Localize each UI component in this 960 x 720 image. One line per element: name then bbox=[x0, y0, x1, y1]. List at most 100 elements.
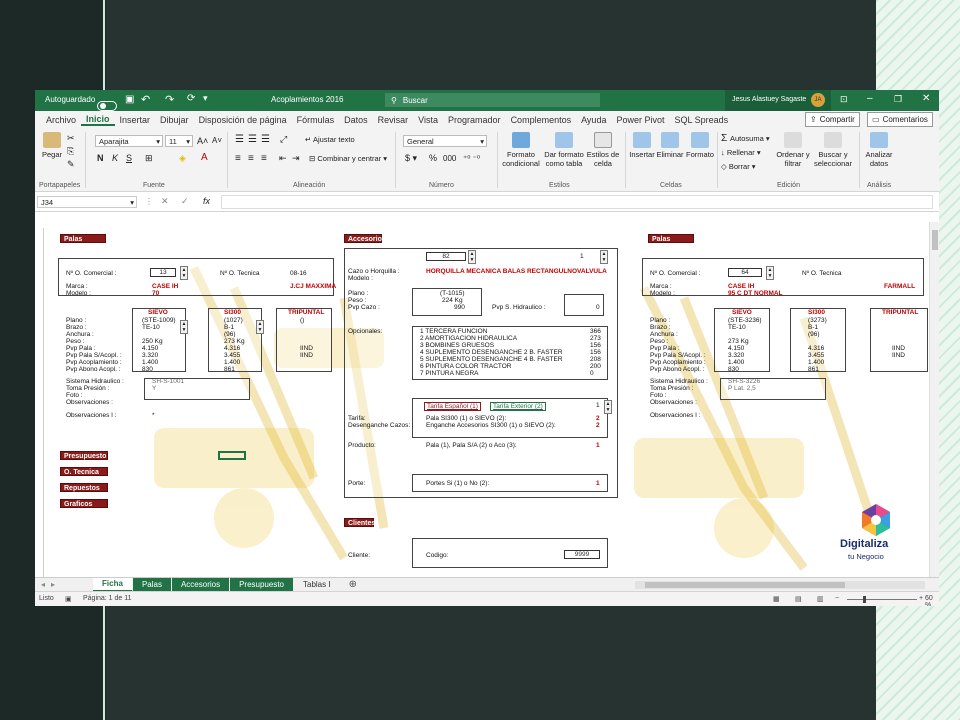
o-tecnica-button[interactable]: O. Tecnica bbox=[60, 467, 108, 476]
align-top-icon[interactable]: ☰ bbox=[235, 134, 244, 145]
formula-input[interactable] bbox=[221, 195, 933, 209]
currency-icon[interactable]: $ ▾ bbox=[405, 153, 417, 164]
orientation-icon[interactable]: ⤢ bbox=[280, 134, 287, 145]
delete-cells-button[interactable]: Eliminar bbox=[655, 132, 685, 159]
align-right-icon[interactable]: ≡ bbox=[261, 153, 267, 164]
analyze-data-button[interactable]: Analizar datos bbox=[863, 132, 895, 168]
save-icon[interactable]: ▣ bbox=[125, 94, 134, 105]
align-bottom-icon[interactable]: ☰ bbox=[261, 134, 270, 145]
tab-accesorios[interactable]: Accesorios bbox=[171, 577, 231, 592]
find-select-button[interactable]: Buscar y seleccionar bbox=[811, 132, 855, 168]
zoom-in-icon[interactable]: + bbox=[919, 595, 923, 602]
tab-ayuda[interactable]: Ayuda bbox=[576, 115, 611, 125]
fill-button[interactable]: ↓ Rellenar ▾ bbox=[721, 148, 761, 157]
align-left-icon[interactable]: ≡ bbox=[235, 153, 241, 164]
font-size-select[interactable]: 11 ▾ bbox=[165, 135, 193, 147]
tab-scroll-right-icon[interactable]: ▸ bbox=[51, 580, 61, 589]
tab-archivo[interactable]: Archivo bbox=[41, 115, 81, 125]
search-box[interactable]: ⚲ Buscar bbox=[385, 93, 600, 107]
decimal-icon[interactable]: ⁺⁰ ⁻⁰ bbox=[463, 154, 480, 163]
scrollbar-thumb[interactable] bbox=[932, 230, 938, 250]
refresh-icon[interactable]: ⟳ bbox=[187, 93, 195, 104]
codigo-value[interactable]: 9999 bbox=[564, 550, 600, 559]
cut-icon[interactable]: ✂ bbox=[67, 133, 75, 144]
macro-record-icon[interactable]: ▣ bbox=[65, 595, 72, 603]
merge-center-button[interactable]: ⊟ Combinar y centrar ▾ bbox=[309, 154, 387, 163]
increase-font-icon[interactable]: A˄ bbox=[197, 136, 208, 146]
underline-button[interactable]: S bbox=[126, 153, 132, 163]
accessory-spinner[interactable]: ▲ ▼ bbox=[468, 250, 476, 264]
normal-view-icon[interactable]: ▦ bbox=[773, 595, 780, 603]
tab-scroll-left-icon[interactable]: ◂ bbox=[35, 580, 51, 589]
undo-icon[interactable]: ↶ bbox=[141, 93, 150, 106]
repuestos-button[interactable]: Repuestos bbox=[60, 483, 108, 492]
share-button[interactable]: ⇪ Compartir bbox=[805, 112, 860, 127]
add-sheet-icon[interactable]: ⊕ bbox=[341, 579, 365, 590]
left-comercial-spinner[interactable]: ▲ ▼ bbox=[180, 266, 188, 280]
accessory-number[interactable]: 82 bbox=[426, 252, 466, 261]
italic-button[interactable]: K bbox=[112, 153, 118, 163]
font-color-icon[interactable]: A bbox=[201, 152, 208, 163]
h-scrollbar-thumb[interactable] bbox=[645, 581, 845, 588]
cell-styles-button[interactable]: Estilos de celda bbox=[585, 132, 621, 168]
active-cell[interactable] bbox=[218, 451, 246, 460]
conditional-format-button[interactable]: Formato condicional bbox=[501, 132, 541, 168]
align-center-icon[interactable]: ≡ bbox=[248, 153, 254, 164]
tab-dibujar[interactable]: Dibujar bbox=[155, 115, 194, 125]
decrease-indent-icon[interactable]: ⇤ bbox=[279, 153, 287, 164]
autosum-button[interactable]: Σ Autosuma ▾ bbox=[721, 133, 770, 144]
bold-button[interactable]: N bbox=[97, 153, 104, 163]
tab-power-pivot[interactable]: Power Pivot bbox=[611, 115, 669, 125]
tab-sql-spreads[interactable]: SQL Spreads bbox=[669, 115, 733, 125]
left-si300-spinner[interactable]: ▲ ▼ bbox=[256, 320, 264, 334]
fill-color-icon[interactable]: ◈ bbox=[179, 153, 186, 164]
vertical-scrollbar[interactable] bbox=[929, 222, 939, 577]
tab-disposicion[interactable]: Disposición de página bbox=[194, 115, 292, 125]
tarifa-exterior-radio[interactable]: Tarifa Exterior (2) bbox=[490, 402, 546, 411]
tab-vista[interactable]: Vista bbox=[413, 115, 443, 125]
borders-icon[interactable]: ⊞ bbox=[145, 153, 153, 164]
tab-palas[interactable]: Palas bbox=[132, 577, 172, 592]
tab-revisar[interactable]: Revisar bbox=[373, 115, 414, 125]
ribbon-display-icon[interactable]: ⊡ bbox=[840, 94, 848, 105]
right-comercial-spinner[interactable]: ▲ ▼ bbox=[766, 266, 774, 280]
sort-filter-button[interactable]: Ordenar y filtrar bbox=[775, 132, 811, 168]
page-break-icon[interactable]: ▥ bbox=[817, 595, 824, 603]
name-box[interactable]: J34 ▾ bbox=[37, 196, 137, 208]
autosave-toggle[interactable] bbox=[97, 100, 117, 111]
worksheet[interactable]: Palas Nº O. Comercial : 13 ▲ ▼ Nº O. Tecn… bbox=[35, 222, 939, 577]
tarifa-espanol-radio[interactable]: Tarifa Español (1) bbox=[424, 402, 481, 411]
number-format-select[interactable]: General ▾ bbox=[403, 135, 487, 147]
page-layout-icon[interactable]: ▤ bbox=[795, 595, 802, 603]
wrap-text-button[interactable]: ↵ Ajustar texto bbox=[305, 135, 355, 144]
avatar[interactable]: JA bbox=[811, 93, 825, 107]
align-middle-icon[interactable]: ☰ bbox=[248, 134, 257, 145]
tab-programador[interactable]: Programador bbox=[443, 115, 506, 125]
graficos-button[interactable]: Graficos bbox=[60, 499, 108, 508]
paste-button[interactable]: Pegar bbox=[40, 132, 64, 159]
thousands-button[interactable]: 000 bbox=[443, 154, 456, 163]
comments-button[interactable]: ▭ Comentarios bbox=[867, 112, 933, 127]
restore-icon[interactable]: ❐ bbox=[894, 94, 902, 105]
accessory-spinner-2[interactable]: ▲ ▼ bbox=[600, 250, 608, 264]
increase-indent-icon[interactable]: ⇥ bbox=[292, 153, 300, 164]
format-painter-icon[interactable]: ✎ bbox=[67, 159, 75, 170]
customize-toolbar-icon[interactable]: ▾ bbox=[203, 93, 208, 104]
tab-inicio[interactable]: Inicio bbox=[81, 114, 115, 126]
tab-insertar[interactable]: Insertar bbox=[115, 115, 156, 125]
enter-icon[interactable]: ✓ bbox=[181, 196, 189, 207]
horizontal-scrollbar[interactable] bbox=[635, 580, 925, 589]
zoom-slider-thumb[interactable] bbox=[863, 596, 866, 603]
font-name-select[interactable]: Aparajita ▾ bbox=[95, 135, 163, 147]
decrease-font-icon[interactable]: A˅ bbox=[212, 136, 222, 145]
tab-complementos[interactable]: Complementos bbox=[506, 115, 577, 125]
insert-function-button[interactable]: fx bbox=[203, 196, 210, 206]
tab-formulas[interactable]: Fórmulas bbox=[292, 115, 340, 125]
tab-presupuesto[interactable]: Presupuesto bbox=[230, 577, 294, 592]
zoom-slider[interactable] bbox=[847, 599, 917, 600]
clear-button[interactable]: ◇ Borrar ▾ bbox=[721, 162, 756, 171]
presupuesto-button[interactable]: Presupuesto bbox=[60, 451, 108, 460]
left-sievo-spinner[interactable]: ▲ ▼ bbox=[180, 320, 188, 334]
format-as-table-button[interactable]: Dar formato como tabla bbox=[543, 132, 585, 168]
cancel-icon[interactable]: ✕ bbox=[161, 196, 169, 207]
